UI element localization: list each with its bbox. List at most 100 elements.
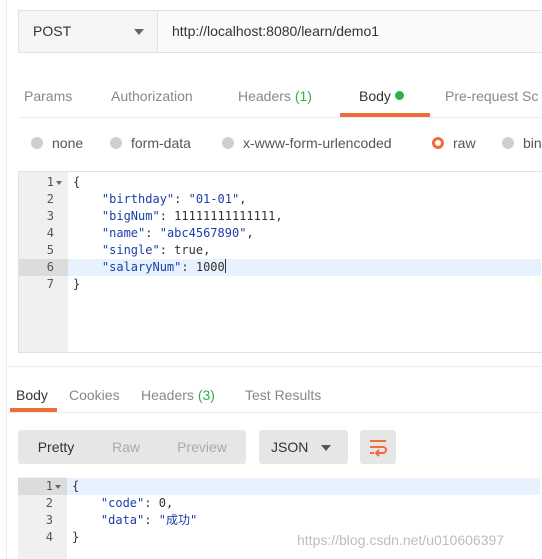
line-number: 1 (46, 175, 54, 189)
json-comma: , (203, 243, 211, 257)
radio-circle-icon (222, 137, 234, 149)
radio-form-data-label: form-data (131, 135, 191, 151)
json-separator: : (145, 226, 160, 240)
json-value: "abc4567890" (159, 226, 247, 240)
tab-headers[interactable]: Headers (1) (238, 88, 312, 104)
line-number: 1 (45, 479, 53, 493)
line-number: 4 (45, 530, 53, 544)
status-dot-icon (394, 91, 404, 100)
radio-urlencoded-label: x-www-form-urlencoded (243, 135, 392, 151)
json-separator: : (144, 496, 159, 510)
tab-params[interactable]: Params (24, 88, 72, 104)
line-number: 4 (46, 226, 54, 240)
response-tab-headers[interactable]: Headers (3) (141, 387, 215, 403)
response-tab-test-results[interactable]: Test Results (245, 387, 321, 403)
format-label: JSON (271, 439, 309, 455)
pretty-button[interactable]: Pretty (18, 430, 94, 464)
code-line: { (72, 479, 80, 493)
radio-raw-label: raw (453, 135, 476, 151)
code-line: { (73, 175, 81, 189)
chevron-down-icon (321, 445, 331, 451)
active-line-highlight (18, 478, 540, 495)
wrap-lines-button[interactable] (360, 430, 396, 464)
line-number: 6 (46, 260, 54, 274)
tab-prerequest[interactable]: Pre-request Sc (445, 88, 538, 104)
view-mode-group: Pretty Raw Preview (18, 430, 246, 464)
text-cursor (224, 259, 226, 273)
line-number: 7 (46, 277, 54, 291)
divider (18, 117, 542, 118)
code-line: "birthday": "01-01", (73, 191, 247, 208)
json-value: 11111111111111 (174, 209, 276, 223)
json-value: 0 (158, 496, 166, 510)
response-tab-cookies[interactable]: Cookies (69, 387, 120, 403)
radio-binary[interactable]: bin (502, 133, 542, 153)
json-separator: : (159, 209, 175, 223)
line-number: 5 (46, 243, 54, 257)
code-line: "salaryNum": 1000 (73, 259, 226, 276)
json-comma: , (246, 226, 254, 240)
line-number: 2 (46, 192, 54, 206)
method-label: POST (33, 23, 72, 39)
raw-button[interactable]: Raw (94, 430, 158, 464)
json-separator: : (174, 192, 189, 206)
tab-body-label: Body (359, 88, 391, 104)
tab-headers-label: Headers (238, 88, 291, 104)
radio-circle-icon (502, 137, 514, 149)
divider (6, 366, 542, 367)
headers-count: (1) (294, 88, 312, 104)
code-line: } (73, 277, 81, 291)
json-key: "single" (101, 243, 160, 257)
request-body-editor[interactable]: 1 2 3 4 5 6 7 { "birthday": "01-01", "bi… (18, 171, 542, 353)
code-line: "code": 0, (72, 495, 173, 512)
radio-selected-icon (432, 137, 444, 149)
json-key: "salaryNum" (101, 260, 182, 274)
fold-arrow-icon[interactable] (55, 485, 61, 489)
tab-body[interactable]: Body (359, 88, 404, 104)
code-line: "name": "abc4567890", (73, 225, 254, 242)
fold-arrow-icon[interactable] (56, 181, 62, 185)
left-divider (6, 0, 7, 559)
preview-button[interactable]: Preview (158, 430, 246, 464)
json-value: "成功" (158, 513, 198, 527)
json-separator: : (144, 513, 159, 527)
json-key: "birthday" (101, 192, 175, 206)
url-input[interactable]: http://localhost:8080/learn/demo1 (172, 23, 379, 39)
response-tab-body[interactable]: Body (16, 387, 48, 403)
json-comma: , (165, 496, 174, 510)
code-line: } (72, 530, 80, 544)
radio-urlencoded[interactable]: x-www-form-urlencoded (222, 133, 392, 153)
radio-none-label: none (52, 135, 84, 151)
tab-authorization[interactable]: Authorization (111, 88, 193, 104)
response-headers-count: (3) (197, 387, 215, 403)
radio-none[interactable]: none (31, 133, 83, 153)
json-key: "bigNum" (101, 209, 160, 223)
json-separator: : (181, 260, 196, 274)
json-key: "name" (101, 226, 146, 240)
json-key: "code" (100, 496, 145, 510)
json-value: true (174, 243, 204, 257)
radio-form-data[interactable]: form-data (110, 133, 191, 153)
radio-binary-label: bin (523, 135, 542, 151)
json-value: 1000 (195, 260, 225, 274)
code-line: "single": true, (73, 242, 210, 259)
watermark: https://blog.csdn.net/u010606397 (297, 532, 505, 548)
json-comma: , (275, 209, 283, 223)
radio-raw[interactable]: raw (432, 133, 476, 153)
radio-circle-icon (31, 137, 43, 149)
code-line: "bigNum": 11111111111111, (73, 208, 283, 225)
radio-circle-icon (110, 137, 122, 149)
line-number: 2 (45, 496, 53, 510)
chevron-down-icon (134, 29, 144, 35)
json-key: "data" (100, 513, 145, 527)
request-bar: POST http://localhost:8080/learn/demo1 (18, 10, 542, 53)
divider (6, 412, 542, 413)
code-line: "data": "成功" (72, 512, 197, 529)
method-select[interactable]: POST (19, 11, 158, 52)
format-select[interactable]: JSON (259, 430, 348, 464)
json-value: "01-01" (188, 192, 240, 206)
json-separator: : (159, 243, 175, 257)
line-number: 3 (46, 209, 54, 223)
response-tab-headers-label: Headers (141, 387, 194, 403)
wrap-lines-icon (370, 440, 387, 457)
